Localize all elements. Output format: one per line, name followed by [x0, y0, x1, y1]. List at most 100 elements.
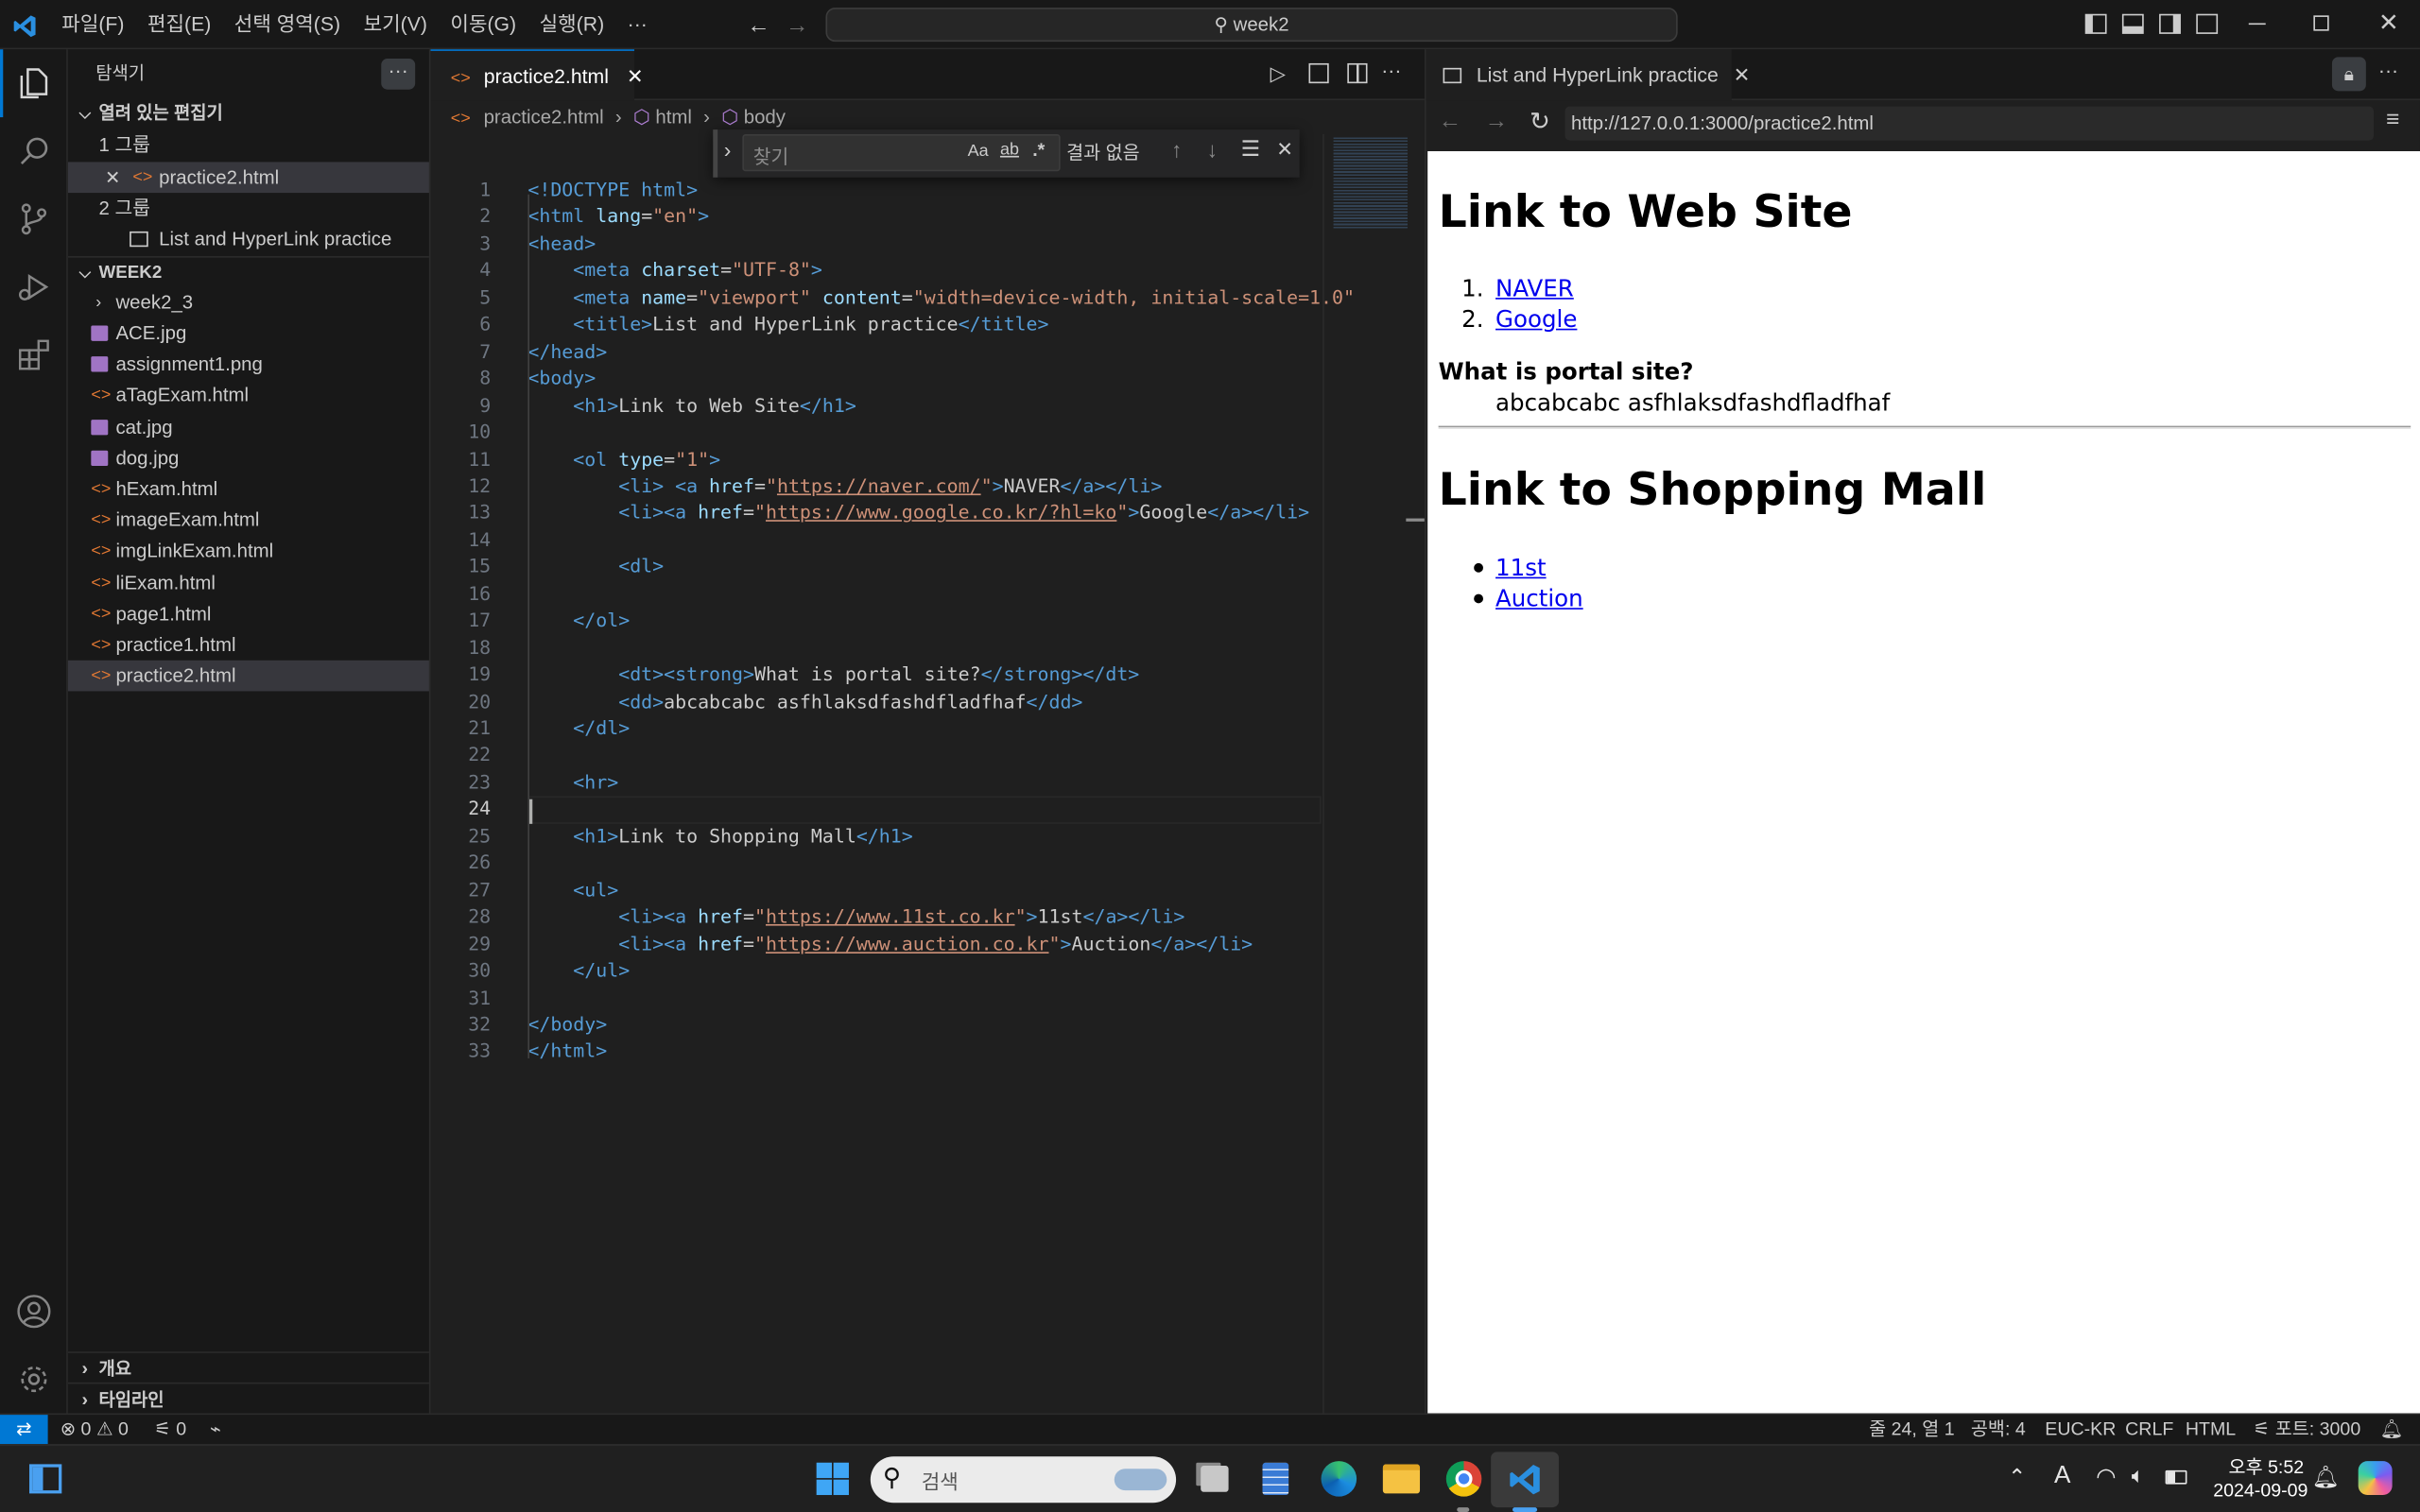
code-line[interactable]: <meta name="viewport" content="width=dev…	[527, 285, 1355, 313]
file-item[interactable]: <> liExam.html	[68, 567, 429, 598]
link-11st[interactable]: 11st	[1495, 554, 1547, 581]
file-item[interactable]: <> imgLinkExam.html	[68, 536, 429, 567]
menu-item[interactable]: 파일(F)	[61, 0, 124, 49]
copilot-icon[interactable]	[2358, 1461, 2393, 1496]
code-line[interactable]: <li><a href="https://www.auction.co.kr">…	[527, 931, 1253, 958]
file-item[interactable]: <> practice1.html	[68, 629, 429, 661]
code-area[interactable]: 1 <!DOCTYPE html> 2 <html lang="en"> 3 <head>…	[431, 178, 1355, 1258]
back-arrow-icon[interactable]: ←	[747, 12, 769, 39]
chevron-right-icon[interactable]: ›	[724, 137, 732, 162]
menu-item[interactable]: ···	[628, 0, 648, 49]
windows-start-icon[interactable]	[816, 1462, 849, 1496]
browser-menu-icon[interactable]: ≡	[2386, 107, 2399, 133]
code-line[interactable]: <ol type="1">	[527, 447, 720, 474]
toggle-primary-sidebar-icon[interactable]	[2084, 13, 2107, 34]
indentation[interactable]: 공백: 4	[1971, 1415, 2026, 1444]
menu-item[interactable]: 편집(E)	[147, 0, 211, 49]
code-line[interactable]: </ul>	[527, 958, 630, 986]
clock-time[interactable]: 오후 5:52	[2229, 1453, 2305, 1480]
command-center-search[interactable]: ⚲ week2	[825, 8, 1678, 43]
code-line[interactable]: </html>	[527, 1039, 607, 1066]
tab-preview[interactable]: List and HyperLink practice ✕	[1426, 49, 1750, 101]
link-auction[interactable]: Auction	[1495, 585, 1583, 612]
extensions-icon[interactable]	[0, 321, 68, 389]
code-line[interactable]: <ul>	[527, 877, 618, 904]
code-line[interactable]: </body>	[527, 1012, 607, 1040]
file-item[interactable]: ACE.jpg	[68, 318, 429, 349]
vscode-taskbar-button[interactable]	[1491, 1452, 1559, 1508]
code-line[interactable]: <html lang="en">	[527, 204, 709, 232]
sash-divider[interactable]	[1406, 518, 1425, 522]
code-line[interactable]: <dl>	[527, 555, 664, 582]
code-line[interactable]: <li> <a href="https://naver.com/">NAVER<…	[527, 473, 1162, 501]
regex-icon[interactable]: .*	[1032, 139, 1045, 161]
open-editor-preview-item[interactable]: List and HyperLink practice	[68, 224, 429, 255]
wifi-icon[interactable]: ◠	[2096, 1463, 2116, 1490]
code-line[interactable]: </ol>	[527, 609, 630, 636]
cursor-position[interactable]: 줄 24, 열 1	[1869, 1415, 1955, 1444]
more-actions-icon[interactable]: ···	[1381, 59, 1401, 81]
manage-gear-icon[interactable]	[0, 1346, 68, 1414]
restore-icon[interactable]	[2313, 15, 2329, 31]
task-view-icon[interactable]	[1201, 1466, 1229, 1492]
code-line[interactable]	[527, 797, 1322, 824]
customize-layout-icon[interactable]	[2196, 13, 2219, 34]
problems-indicator[interactable]: ⊗ 0 ⚠ 0	[60, 1415, 129, 1444]
code-line[interactable]: <h1>Link to Web Site</h1>	[527, 393, 856, 421]
code-line[interactable]: <dt><strong>What is portal site?</strong…	[527, 662, 1139, 690]
code-line[interactable]: <h1>Link to Shopping Mall</h1>	[527, 824, 912, 851]
close-icon[interactable]: ✕	[627, 65, 644, 88]
code-line[interactable]: <title>List and HyperLink practice</titl…	[527, 312, 1048, 339]
file-item[interactable]: assignment1.png	[68, 349, 429, 380]
open-editor-item[interactable]: ✕ <> practice2.html	[67, 162, 429, 194]
close-window-icon[interactable]: ✕	[2378, 8, 2399, 39]
input-method-indicator[interactable]: A	[2054, 1463, 2070, 1490]
tray-overflow-icon[interactable]: ⌃	[2008, 1464, 2026, 1490]
chrome-icon[interactable]	[1445, 1461, 1482, 1497]
more-actions-icon[interactable]: ···	[2378, 59, 2398, 81]
url-bar[interactable]: http://127.0.0.1:3000/practice2.html	[1564, 106, 2375, 141]
ports-indicator[interactable]: ⚟ 0	[154, 1415, 186, 1444]
file-item[interactable]: cat.jpg	[68, 411, 429, 442]
remote-indicator[interactable]: ⇄	[0, 1415, 48, 1445]
lock-icon[interactable]: 🔒︎	[2331, 57, 2366, 92]
widgets-icon[interactable]	[29, 1464, 62, 1494]
browser-forward-icon[interactable]: →	[1485, 108, 1508, 134]
next-match-icon[interactable]: ↓	[1207, 137, 1218, 162]
open-editors-section[interactable]: ⌵ 열려 있는 편집기	[68, 98, 429, 129]
file-item[interactable]: <> hExam.html	[68, 473, 429, 505]
notification-bell-icon[interactable]: 🔔︎	[2312, 1464, 2340, 1490]
split-editor-icon[interactable]	[1347, 62, 1368, 84]
notifications-icon[interactable]: 🔔︎	[2380, 1415, 2404, 1444]
run-and-debug-icon[interactable]	[0, 253, 68, 321]
find-input[interactable]: 찾기 Aa ab .*	[742, 134, 1061, 172]
file-item[interactable]: <> page1.html	[68, 598, 429, 629]
code-line[interactable]: <li><a href="https://www.google.co.kr/?h…	[527, 501, 1309, 528]
file-explorer-icon[interactable]	[1382, 1464, 1421, 1494]
close-icon[interactable]: ✕	[105, 162, 120, 193]
close-find-icon[interactable]: ✕	[1276, 137, 1293, 162]
code-line[interactable]: <hr>	[527, 770, 618, 798]
code-line[interactable]: </dl>	[527, 716, 630, 744]
file-item[interactable]: <> imageExam.html	[68, 505, 429, 536]
match-whole-word-icon[interactable]: ab	[1000, 141, 1019, 160]
toggle-secondary-sidebar-icon[interactable]	[2159, 13, 2181, 34]
breadcrumb-item[interactable]: body	[744, 107, 786, 129]
find-in-selection-icon[interactable]: ☰	[1241, 136, 1261, 163]
minimize-icon[interactable]	[2248, 23, 2266, 26]
code-line[interactable]: <!DOCTYPE html>	[527, 178, 698, 205]
source-control-icon[interactable]	[0, 185, 68, 253]
menu-item[interactable]: 실행(R)	[540, 0, 605, 49]
file-item[interactable]: dog.jpg	[68, 442, 429, 473]
menu-item[interactable]: 보기(V)	[364, 0, 427, 49]
notepad-icon[interactable]	[1262, 1462, 1289, 1496]
timeline-section[interactable]: › 타임라인	[67, 1382, 429, 1414]
link-google[interactable]: Google	[1495, 305, 1577, 333]
match-case-icon[interactable]: Aa	[968, 142, 989, 161]
code-line[interactable]: <head>	[527, 232, 596, 259]
search-icon[interactable]	[0, 117, 68, 185]
live-server-port[interactable]: ⚟ 포트: 3000	[2254, 1415, 2361, 1444]
taskbar-search-box[interactable]: ⚲ 검색	[870, 1456, 1177, 1503]
folder-week2_3[interactable]: › week2_3	[68, 287, 429, 318]
link-naver[interactable]: NAVER	[1495, 275, 1574, 302]
